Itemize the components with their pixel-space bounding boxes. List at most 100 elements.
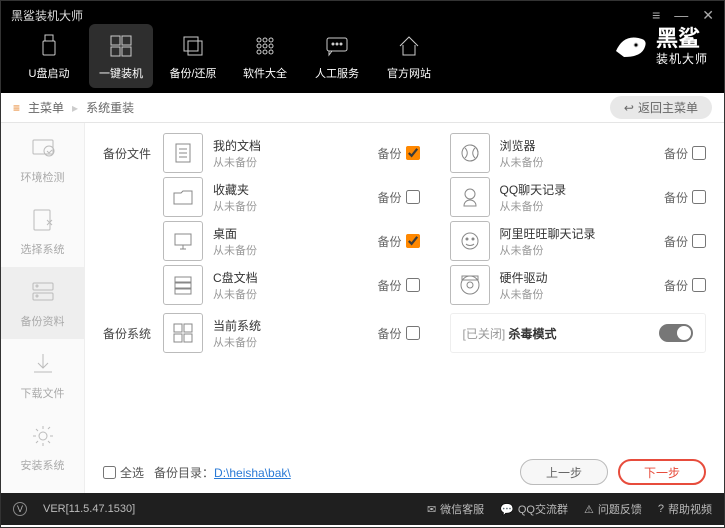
step-icon xyxy=(29,134,57,165)
help-icon: ? xyxy=(658,503,664,515)
feedback[interactable]: ⚠问题反馈 xyxy=(584,501,642,517)
backup-checkbox[interactable]: 备份 xyxy=(377,277,419,294)
backup-item: 我的文档从未备份备份 xyxy=(163,133,420,173)
brand-sub: 装机大师 xyxy=(656,50,708,67)
feedback-icon: ⚠ xyxy=(584,503,594,516)
antivirus-mode-row: [已关闭] 杀毒模式 xyxy=(450,313,707,353)
folder-icon xyxy=(163,177,203,217)
section-backup-files: 备份文件 xyxy=(103,133,163,162)
backup-checkbox[interactable]: 备份 xyxy=(377,145,419,162)
item-status: 从未备份 xyxy=(213,334,377,350)
return-label: 返回主菜单 xyxy=(638,99,698,116)
brand-name: 黑鲨 xyxy=(656,28,708,50)
backup-dir-label: 备份目录： xyxy=(154,466,214,480)
backup-item: 硬件驱动从未备份备份 xyxy=(450,265,707,305)
brand-logo: 黑鲨 装机大师 xyxy=(610,27,708,67)
backup-item: 浏览器从未备份备份 xyxy=(450,133,707,173)
prev-button[interactable]: 上一步 xyxy=(520,459,608,485)
item-status: 从未备份 xyxy=(213,198,377,214)
item-name: 阿里旺旺聊天记录 xyxy=(500,225,664,242)
backup-checkbox[interactable]: 备份 xyxy=(377,189,419,206)
side-step-2[interactable]: 备份资料 xyxy=(1,267,84,339)
version-icon: V xyxy=(13,502,27,516)
next-button[interactable]: 下一步 xyxy=(618,459,706,485)
section-backup-system: 备份系统 xyxy=(103,313,163,342)
return-main-button[interactable]: ↩ 返回主菜单 xyxy=(610,96,712,119)
windows-icon xyxy=(163,313,203,353)
antivirus-toggle[interactable] xyxy=(659,324,693,342)
antivirus-status: [已关闭] 杀毒模式 xyxy=(463,325,557,342)
driver-icon xyxy=(450,265,490,305)
help-video[interactable]: ?帮助视频 xyxy=(658,501,712,517)
crumb-sep: ▸ xyxy=(72,101,78,115)
crumb-current: 系统重装 xyxy=(86,99,134,116)
browser-icon xyxy=(450,133,490,173)
crumb-main[interactable]: 主菜单 xyxy=(28,99,64,116)
step-icon xyxy=(29,278,57,309)
disk-icon xyxy=(163,265,203,305)
backup-icon xyxy=(178,31,208,61)
backup-checkbox[interactable]: 备份 xyxy=(664,189,706,206)
wechat-icon: ✉ xyxy=(427,503,436,516)
backup-item-system: 当前系统从未备份 备份 xyxy=(163,313,420,353)
nav-grid[interactable]: 软件大全 xyxy=(233,24,297,88)
nav-windows[interactable]: 一键装机 xyxy=(89,24,153,88)
qq-group[interactable]: 💬QQ交流群 xyxy=(500,501,568,517)
item-name: 收藏夹 xyxy=(213,181,377,198)
side-step-3[interactable]: 下载文件 xyxy=(1,339,84,411)
select-all-checkbox[interactable]: 全选 xyxy=(103,464,144,481)
side-step-0[interactable]: 环境检测 xyxy=(1,123,84,195)
backup-dir-link[interactable]: D:\heisha\bak\ xyxy=(214,466,291,480)
nav-home[interactable]: 官方网站 xyxy=(377,24,441,88)
hamburger-icon[interactable]: ≡ xyxy=(13,101,20,115)
step-icon xyxy=(29,206,57,237)
qq-icon: 💬 xyxy=(500,503,514,516)
side-step-1[interactable]: 选择系统 xyxy=(1,195,84,267)
backup-item: 收藏夹从未备份备份 xyxy=(163,177,420,217)
wechat-support[interactable]: ✉微信客服 xyxy=(427,501,484,517)
backup-checkbox[interactable]: 备份 xyxy=(377,233,419,250)
close-icon[interactable]: ✕ xyxy=(702,7,714,24)
backup-item: C盘文档从未备份备份 xyxy=(163,265,420,305)
backup-checkbox[interactable]: 备份 xyxy=(377,325,419,342)
item-name: 当前系统 xyxy=(213,317,377,334)
item-status: 从未备份 xyxy=(213,242,377,258)
item-status: 从未备份 xyxy=(213,154,377,170)
backup-item: 桌面从未备份备份 xyxy=(163,221,420,261)
menu-icon[interactable]: ≡ xyxy=(652,7,660,24)
nav-chat[interactable]: 人工服务 xyxy=(305,24,369,88)
item-name: QQ聊天记录 xyxy=(500,181,664,198)
item-name: C盘文档 xyxy=(213,269,377,286)
item-status: 从未备份 xyxy=(500,198,664,214)
usb-icon xyxy=(34,31,64,61)
item-status: 从未备份 xyxy=(500,286,664,302)
document-icon xyxy=(163,133,203,173)
item-status: 从未备份 xyxy=(500,154,664,170)
backup-checkbox[interactable]: 备份 xyxy=(664,233,706,250)
step-icon xyxy=(29,422,57,453)
return-icon: ↩ xyxy=(624,101,634,115)
windows-icon xyxy=(106,31,136,61)
nav-usb[interactable]: U盘启动 xyxy=(17,24,81,88)
item-name: 我的文档 xyxy=(213,137,377,154)
backup-checkbox[interactable]: 备份 xyxy=(664,277,706,294)
version-text: VER[11.5.47.1530] xyxy=(43,503,135,515)
minimize-icon[interactable]: — xyxy=(674,7,688,24)
step-icon xyxy=(29,350,57,381)
backup-checkbox[interactable]: 备份 xyxy=(664,145,706,162)
wangwang-icon xyxy=(450,221,490,261)
qq-icon xyxy=(450,177,490,217)
shark-icon xyxy=(610,27,650,67)
nav-backup[interactable]: 备份/还原 xyxy=(161,24,225,88)
item-status: 从未备份 xyxy=(213,286,377,302)
item-status: 从未备份 xyxy=(500,242,664,258)
item-name: 桌面 xyxy=(213,225,377,242)
item-name: 浏览器 xyxy=(500,137,664,154)
app-title: 黑鲨装机大师 xyxy=(11,7,83,24)
desktop-icon xyxy=(163,221,203,261)
chat-icon xyxy=(322,31,352,61)
backup-item: QQ聊天记录从未备份备份 xyxy=(450,177,707,217)
side-step-4[interactable]: 安装系统 xyxy=(1,411,84,483)
backup-item: 阿里旺旺聊天记录从未备份备份 xyxy=(450,221,707,261)
item-name: 硬件驱动 xyxy=(500,269,664,286)
